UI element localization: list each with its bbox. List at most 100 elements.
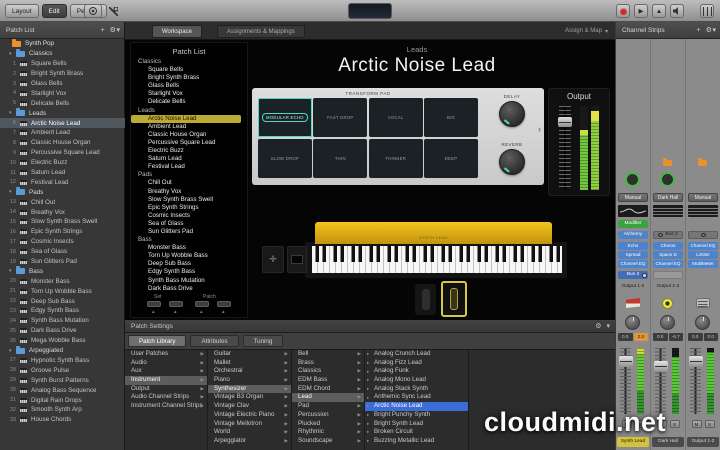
library-item-broken-circuit[interactable]: ▸ Broken Circuit xyxy=(365,428,468,437)
library-item-lead[interactable]: Lead ▶ xyxy=(292,393,364,403)
patch-row-classic-house-organ[interactable]: 8 Classic House Organ xyxy=(0,138,125,148)
library-item-vintage-mellotron[interactable]: Vintage Mellotron ▶ xyxy=(208,420,291,429)
patch-row-smooth-synth-arp[interactable]: 32 Smooth Synth Arp xyxy=(0,405,125,415)
library-item-pad[interactable]: Pad ▶ xyxy=(292,402,364,411)
tab-assignments-mappings[interactable]: Assignments & Mappings xyxy=(217,24,305,38)
reverb-knob[interactable] xyxy=(499,149,525,175)
patch-row-monster-bass[interactable]: 20 Monster Bass xyxy=(0,276,125,286)
ws-patch-festival-lead[interactable]: Festival Lead xyxy=(131,163,247,171)
send-knob-icon[interactable] xyxy=(641,272,647,278)
library-item-plucked[interactable]: Plucked ▶ xyxy=(292,420,364,429)
patch-row-edgy-synth-bass[interactable]: 23 Edgy Synth Bass xyxy=(0,306,125,316)
library-item-user-patches[interactable]: User Patches ▶ xyxy=(125,350,207,359)
send-slot[interactable] xyxy=(653,271,683,279)
keyboard-keys[interactable] xyxy=(312,246,562,273)
library-item-edm-chord[interactable]: EDM Chord ▶ xyxy=(292,385,364,394)
patch-row-analog-bass-sequence[interactable]: 30 Analog Bass Sequence xyxy=(0,385,125,395)
patch-row-epic-synth-strings[interactable]: 16 Epic Synth Strings xyxy=(0,227,125,237)
customize-button[interactable] xyxy=(106,4,121,18)
tab-workspace[interactable]: Workspace xyxy=(152,24,202,38)
patch-row-synth-bass-mutation[interactable]: 24 Synth Bass Mutation xyxy=(0,316,125,326)
ws-patch-epic-synth-strings[interactable]: Epic Synth Strings xyxy=(131,204,247,212)
fx-slot-space-d[interactable]: Space D xyxy=(653,251,683,259)
patch-row-mega-wobble-bass[interactable]: 26 Mega Wobble Bass xyxy=(0,336,125,346)
patch-row-bright-synth-brass[interactable]: 2 Bright Synth Brass xyxy=(0,69,125,79)
patch-row-glass-bells[interactable]: 3 Glass Bells xyxy=(0,79,125,89)
patch-row-groove-pulse[interactable]: 28 Groove Pulse xyxy=(0,365,125,375)
pan-knob[interactable] xyxy=(660,315,675,330)
transform-pad-modular-echo[interactable]: MODULAR ECHO xyxy=(258,98,312,138)
fx-slot-limiter[interactable]: Limiter xyxy=(688,251,718,259)
patch-row-percussive-square-lead[interactable]: 9 Percussive Square Lead xyxy=(0,148,125,158)
panel-menu-icon[interactable]: ▾ xyxy=(606,320,610,333)
library-item-analog-crunch-lead[interactable]: ▸ Analog Crunch Lead xyxy=(365,350,468,359)
expand-arrow-icon[interactable]: › xyxy=(538,124,541,134)
input-slot[interactable]: Alchemy xyxy=(618,231,648,239)
expression-pedal-icon[interactable] xyxy=(441,281,467,317)
patch-prev-button[interactable] xyxy=(195,301,209,307)
fx-slot-chorus[interactable]: Chorus xyxy=(653,242,683,250)
settings-button[interactable]: Manual xyxy=(688,193,718,202)
disclosure-triangle-icon[interactable]: ▾ xyxy=(9,51,16,57)
ws-patch-arctic-noise-lead[interactable]: Arctic Noise Lead xyxy=(131,114,241,123)
patch-row-saturn-lead[interactable]: 11 Saturn Lead xyxy=(0,168,125,178)
ps-tab-attributes[interactable]: Attributes xyxy=(190,335,239,347)
patch-row-hypnotic-synth-bass[interactable]: 27 Hypnotic Synth Bass xyxy=(0,356,125,366)
patch-next-button[interactable] xyxy=(217,301,231,307)
volume-value[interactable]: -6.7 xyxy=(668,333,683,341)
patch-row-slow-synth-brass-swell[interactable]: 15 Slow Synth Brass Swell xyxy=(0,217,125,227)
library-item-mallet[interactable]: Mallet ▶ xyxy=(208,359,291,368)
disclosure-triangle-icon[interactable]: ▾ xyxy=(9,348,16,354)
library-item-bright-punchy-synth[interactable]: ▸ Bright Punchy Synth xyxy=(365,411,468,420)
fader-handle[interactable] xyxy=(653,361,668,372)
ws-patch-sea-of-glass[interactable]: Sea of Glass xyxy=(131,220,247,228)
disclosure-triangle-icon[interactable]: ▾ xyxy=(9,110,16,116)
record-button[interactable] xyxy=(616,4,630,18)
ws-patch-torn-up-wobble-bass[interactable]: Torn Up Wobble Bass xyxy=(131,252,247,260)
volume-button[interactable] xyxy=(670,4,684,18)
patch-row-square-bells[interactable]: 1 Square Bells xyxy=(0,59,125,69)
patch-row-house-chords[interactable]: 33 House Chords xyxy=(0,415,125,425)
ws-patch-synth-bass-mutation[interactable]: Synth Bass Mutation xyxy=(131,277,247,285)
patch-row-deep-sub-bass[interactable]: 22 Deep Sub Bass xyxy=(0,296,125,306)
set-next-button[interactable] xyxy=(169,301,183,307)
ws-patch-slow-synth-brass-swell[interactable]: Slow Synth Brass Swell xyxy=(131,196,247,204)
eq-thumbnail[interactable] xyxy=(618,205,648,217)
pan-value[interactable]: 0.0 xyxy=(688,333,703,341)
pitch-mod-control[interactable]: ✛ xyxy=(262,246,284,273)
strip-name[interactable]: Synth Lead xyxy=(617,437,649,447)
output-slot[interactable]: Output 1-2 xyxy=(618,283,648,291)
library-item-synthesizer[interactable]: Synthesizer ▶ xyxy=(208,384,291,394)
metronome-button[interactable]: ▲ xyxy=(652,4,666,18)
eq-thumbnail[interactable] xyxy=(688,205,718,217)
pan-knob[interactable] xyxy=(625,315,640,330)
transform-pad-deep[interactable]: DEEP xyxy=(424,138,478,178)
patch-folder-pads[interactable]: ▾ Pads xyxy=(0,187,125,197)
library-item-classics[interactable]: Classics ▶ xyxy=(292,367,364,376)
fader-handle[interactable] xyxy=(688,356,703,367)
library-item-instrument-channel-strips[interactable]: Instrument Channel Strips ▶ xyxy=(125,402,207,411)
fx-slot-channel-eq[interactable]: Channel EQ xyxy=(618,260,648,268)
patch-row-delicate-bells[interactable]: 5 Delicate Bells xyxy=(0,98,125,108)
solo-button[interactable]: S xyxy=(634,420,645,428)
library-item-aux[interactable]: Aux ▶ xyxy=(125,367,207,376)
add-patch-button[interactable]: + xyxy=(101,22,105,39)
patch-row-torn-up-wobble-bass[interactable]: 21 Torn Up Wobble Bass xyxy=(0,286,125,296)
library-item-brass[interactable]: Brass ▶ xyxy=(292,359,364,368)
patch-row-breathy-vox[interactable]: 14 Breathy Vox xyxy=(0,207,125,217)
strip-name[interactable]: Output 1-2 xyxy=(687,437,719,447)
patch-row-cosmic-insects[interactable]: 17 Cosmic Insects xyxy=(0,237,125,247)
library-item-rhythmic[interactable]: Rhythmic ▶ xyxy=(292,428,364,437)
assign-map-control[interactable]: Assign & Map ▾ xyxy=(565,28,608,35)
patch-folder-classics[interactable]: ▾ Classics xyxy=(0,48,125,59)
set-prev-button[interactable] xyxy=(147,301,161,307)
add-strip-button[interactable]: + xyxy=(697,22,701,39)
ws-patch-monster-bass[interactable]: Monster Bass xyxy=(131,244,247,252)
ws-patch-classic-house-organ[interactable]: Classic House Organ xyxy=(131,131,247,139)
solo-button[interactable]: S xyxy=(704,420,715,428)
patch-folder-bass[interactable]: ▾ Bass xyxy=(0,266,125,276)
input-slot[interactable] xyxy=(688,231,718,239)
ws-patch-saturn-lead[interactable]: Saturn Lead xyxy=(131,155,247,163)
patch-folder-arpeggiated[interactable]: ▾ Arpeggiated xyxy=(0,345,125,356)
library-item-piano[interactable]: Piano ▶ xyxy=(208,376,291,385)
